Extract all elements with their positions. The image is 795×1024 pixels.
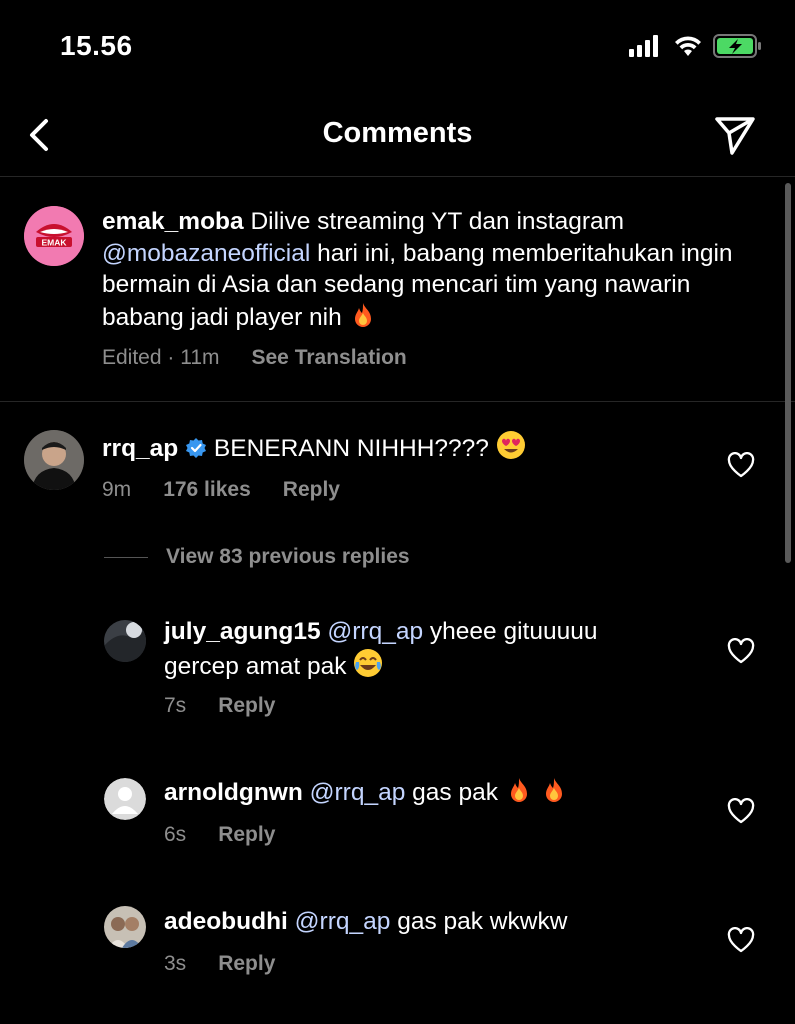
heart-eyes-emoji-icon	[496, 431, 525, 459]
reply-username[interactable]: july_agung15	[164, 618, 321, 645]
comment-time: 9m	[102, 478, 132, 501]
comment-likes[interactable]: 176 likes	[163, 478, 251, 502]
default-avatar-icon	[104, 778, 146, 820]
avatar-photo-icon	[24, 430, 84, 490]
replies-divider-line	[104, 556, 148, 558]
caption-meta: Edited · 11m See Translation	[102, 346, 407, 370]
reply-meta: 6s Reply	[164, 823, 275, 847]
status-icons	[629, 33, 763, 59]
like-heart-icon[interactable]	[727, 452, 755, 478]
comment-meta: 9m 176 likes Reply	[102, 478, 340, 502]
signal-icon	[629, 35, 658, 57]
like-heart-icon[interactable]	[727, 927, 755, 953]
emak-logo-icon: EMAK	[24, 206, 84, 266]
reply-button[interactable]: Reply	[218, 694, 275, 718]
edited-label: Edited · 11m	[102, 346, 220, 369]
reply-mention[interactable]: @rrq_ap	[310, 779, 406, 806]
view-previous-replies[interactable]: View 83 previous replies	[104, 545, 410, 569]
reply-meta: 7s Reply	[164, 694, 275, 718]
reply-time: 7s	[164, 694, 187, 717]
reply-text: adeobudhi @rrq_ap gas pak wkwkw	[164, 906, 724, 938]
avatar-photo-icon	[104, 906, 146, 948]
caption-text-part-1: Dilive streaming YT dan instagram	[250, 208, 625, 235]
reply-button[interactable]: Reply	[218, 823, 275, 847]
reply-mention[interactable]: @rrq_ap	[295, 908, 391, 935]
avatar-july-agung15[interactable]	[104, 620, 146, 662]
reply-button[interactable]: Reply	[283, 478, 340, 502]
avatar-photo-icon	[104, 620, 146, 662]
view-replies-label[interactable]: View 83 previous replies	[166, 545, 410, 569]
avatar-arnoldgnwn[interactable]	[104, 778, 146, 820]
fire-emoji-icon	[545, 778, 562, 802]
avatar-adeobudhi[interactable]	[104, 906, 146, 948]
status-bar: 15.56	[0, 0, 795, 95]
see-translation-button[interactable]: See Translation	[252, 346, 407, 370]
scrollbar[interactable]	[785, 183, 791, 563]
avatar-rrq-ap[interactable]	[24, 430, 84, 490]
comment-text: rrq_ap BENERANN NIHHH????	[102, 430, 662, 465]
reply-item: arnoldgnwn @rrq_ap gas pak 6s Reply	[0, 760, 795, 880]
like-heart-icon[interactable]	[727, 638, 755, 664]
wifi-icon	[675, 36, 701, 56]
send-icon[interactable]	[713, 113, 757, 157]
comment-username[interactable]: rrq_ap	[102, 435, 178, 462]
like-heart-icon[interactable]	[727, 798, 755, 824]
reply-text: arnoldgnwn @rrq_ap gas pak	[164, 776, 724, 809]
battery-charging-icon	[713, 34, 761, 58]
reply-username[interactable]: arnoldgnwn	[164, 779, 303, 806]
reply-item: adeobudhi @rrq_ap gas pak wkwkw 3s Reply	[0, 890, 795, 1010]
status-time: 15.56	[60, 30, 133, 61]
fire-emoji-icon	[510, 778, 527, 802]
reply-button[interactable]: Reply	[218, 952, 275, 976]
fire-emoji-icon	[354, 302, 371, 327]
reply-item: july_agung15 @rrq_ap yheee gituuuuu gerc…	[0, 600, 795, 730]
reply-body: gas pak wkwkw	[397, 908, 568, 935]
reply-time: 3s	[164, 952, 187, 975]
reply-username[interactable]: adeobudhi	[164, 908, 288, 935]
caption-mention[interactable]: @mobazaneofficial	[102, 240, 310, 267]
caption-text: emak_moba Dilive streaming YT dan instag…	[102, 206, 762, 333]
avatar-emak-moba[interactable]: EMAK	[24, 206, 84, 266]
reply-body: gas pak	[412, 779, 498, 806]
nav-bar: Comments	[0, 95, 795, 177]
reply-mention[interactable]: @rrq_ap	[327, 618, 423, 645]
post-caption: EMAK emak_moba Dilive streaming YT dan i…	[0, 178, 795, 402]
reply-text: july_agung15 @rrq_ap yheee gituuuuu gerc…	[164, 616, 644, 682]
reply-meta: 3s Reply	[164, 952, 275, 976]
joy-emoji-icon	[354, 648, 383, 677]
svg-text:EMAK: EMAK	[41, 238, 67, 248]
comment-body: BENERANN NIHHH????	[213, 435, 489, 462]
verified-badge-icon	[186, 438, 207, 458]
page-title: Comments	[322, 117, 473, 149]
reply-time: 6s	[164, 823, 187, 846]
comment-item: rrq_ap BENERANN NIHHH???? 9m 176 likes R…	[0, 402, 795, 522]
caption-username[interactable]: emak_moba	[102, 208, 244, 235]
